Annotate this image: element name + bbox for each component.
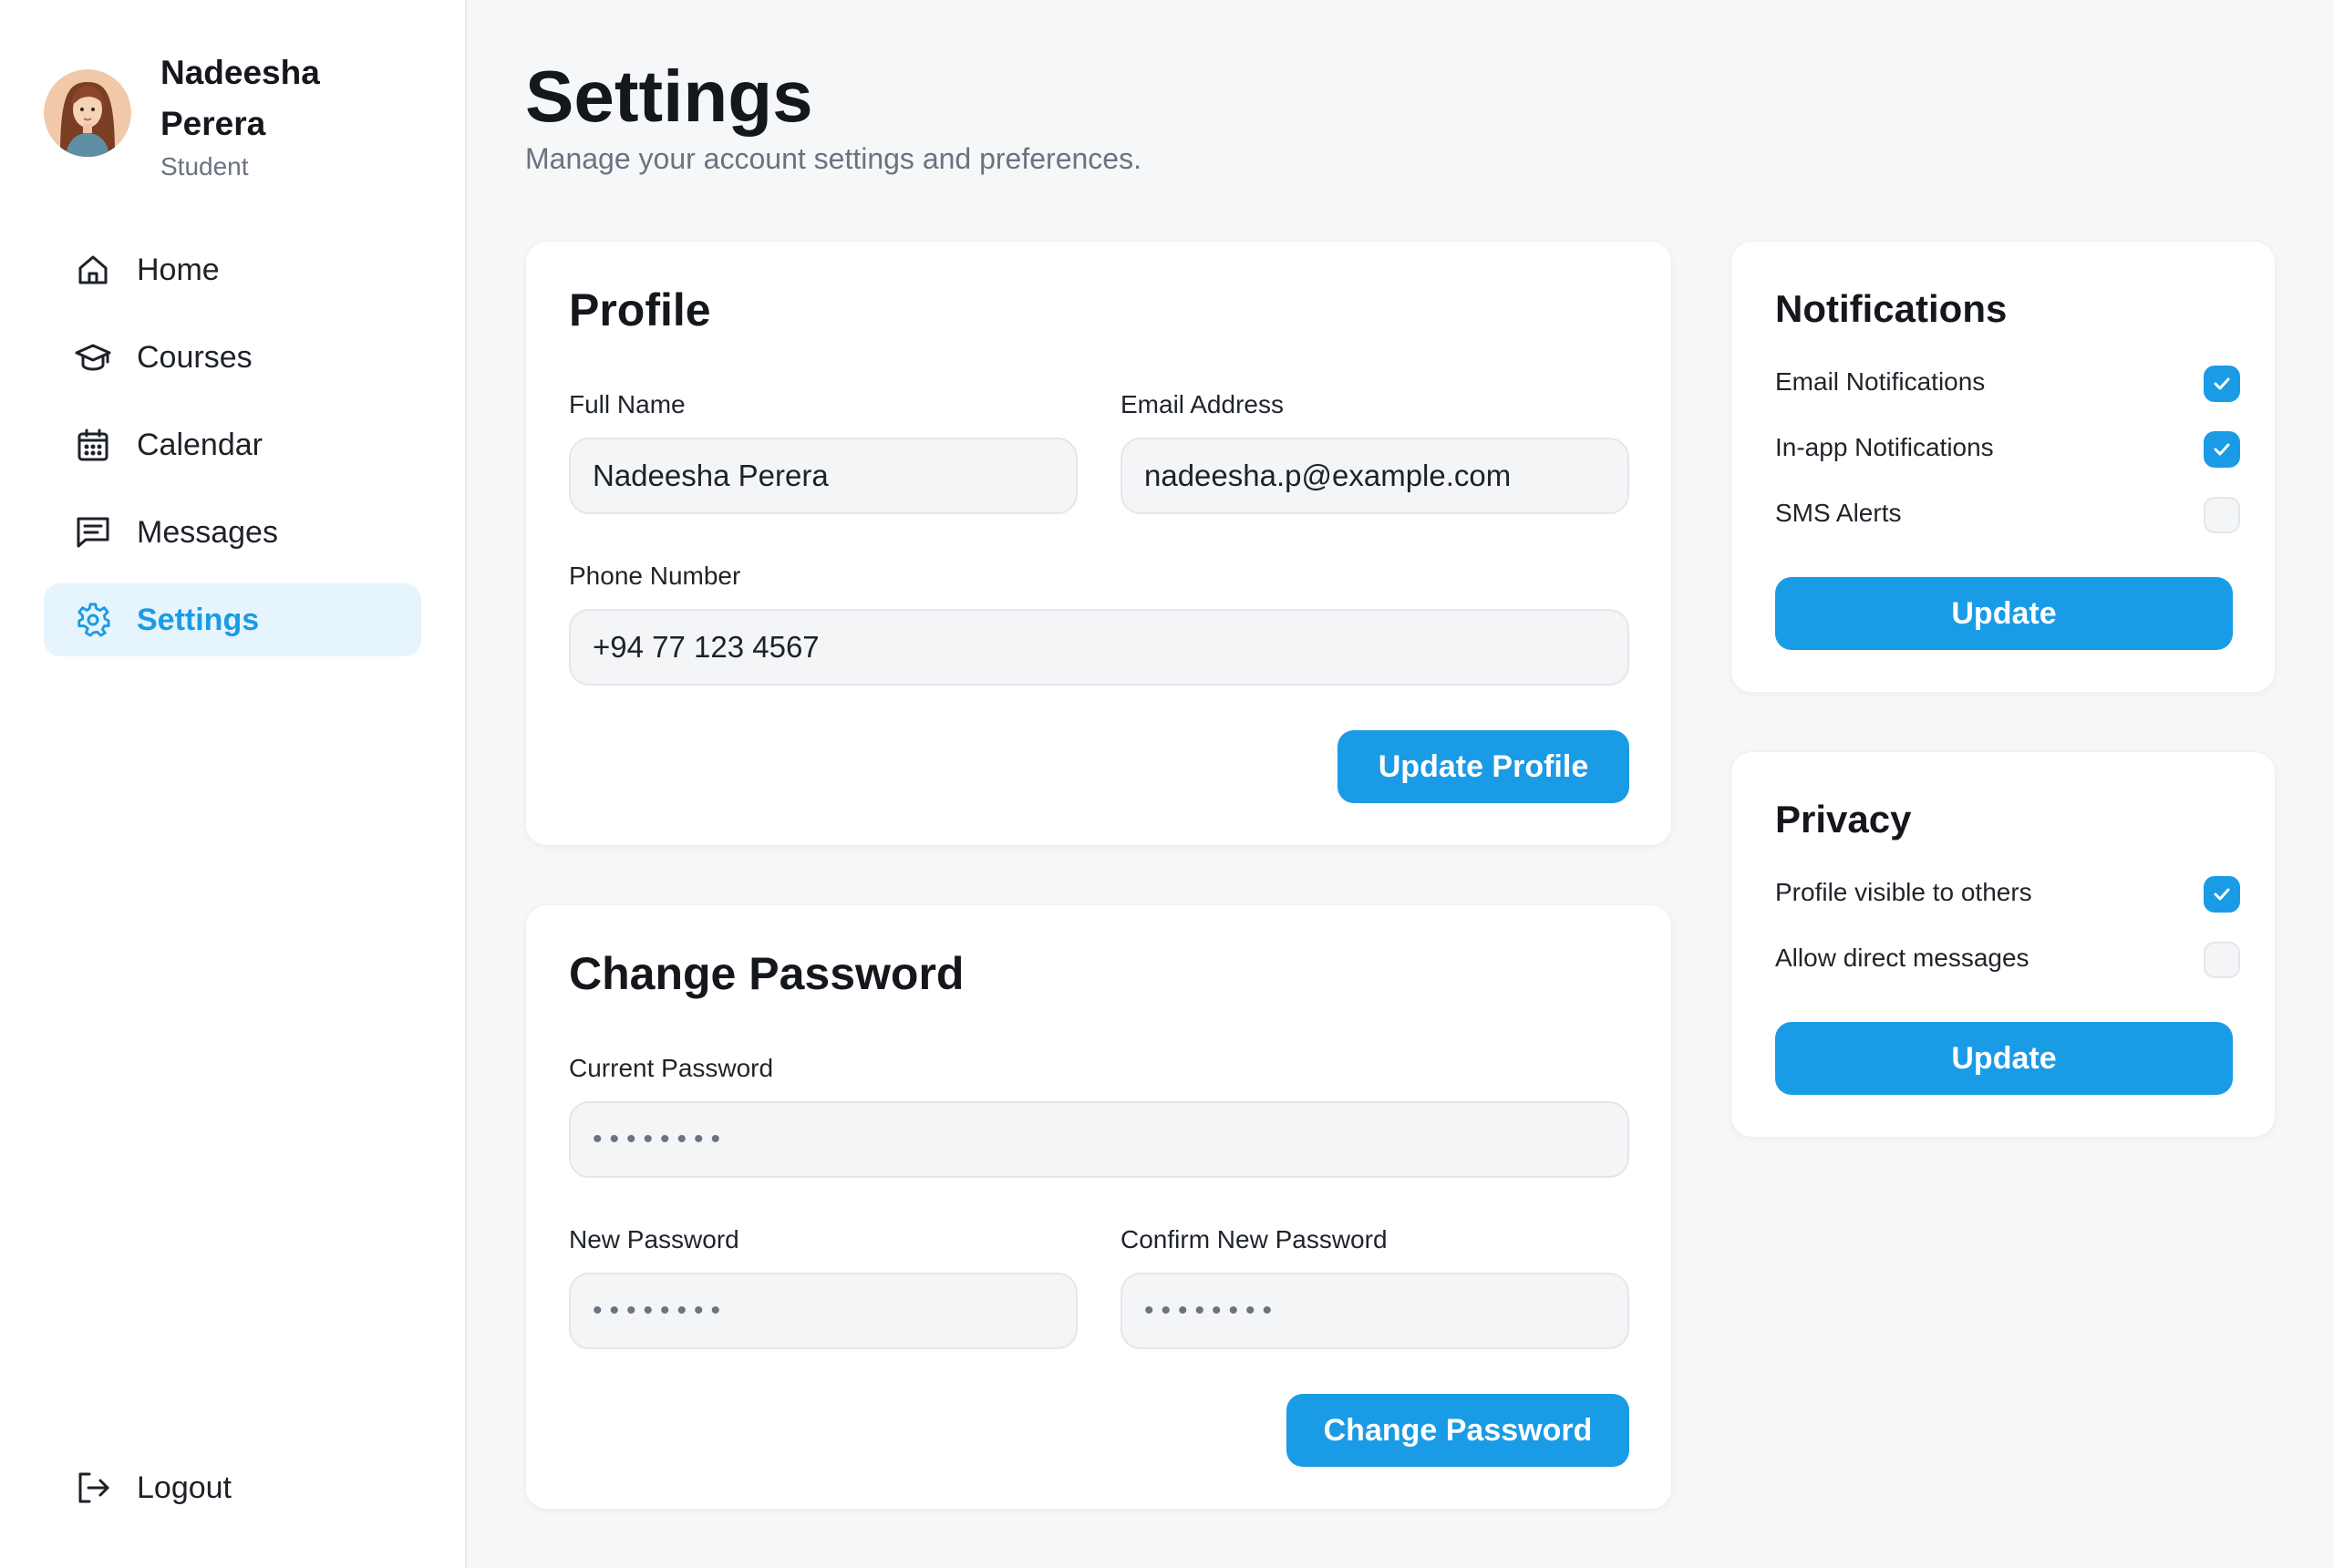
- notifications-title: Notifications: [1775, 287, 2008, 330]
- notifications-card: Notifications Email Notifications In-app…: [1730, 241, 2276, 693]
- graduation-cap-icon: [75, 339, 111, 376]
- confirm-password-label: Confirm New Password: [1121, 1225, 1388, 1253]
- email-label: Email Address: [1121, 390, 1284, 418]
- update-privacy-button[interactable]: Update: [1775, 1022, 2233, 1095]
- sidebar-item-label: Calendar: [137, 427, 263, 462]
- sidebar-item-label: Messages: [137, 514, 278, 550]
- home-icon: [75, 252, 111, 288]
- current-password-label: Current Password: [569, 1054, 774, 1082]
- option-email-notifications: Email Notifications: [1775, 364, 2240, 404]
- sidebar-item-label: Settings: [137, 602, 260, 637]
- update-profile-button[interactable]: Update Profile: [1337, 730, 1629, 803]
- check-icon: [2214, 377, 2230, 390]
- new-password-label: New Password: [569, 1225, 739, 1253]
- sidebar-item-home[interactable]: Home: [44, 233, 421, 306]
- option-sms-alerts: SMS Alerts: [1775, 495, 2240, 535]
- sidebar-item-messages[interactable]: Messages: [44, 496, 421, 569]
- checkbox-sms-alerts[interactable]: [2204, 497, 2240, 533]
- logout-button[interactable]: Logout: [44, 1451, 421, 1524]
- sidebar-item-label: Home: [137, 252, 220, 287]
- option-profile-visible: Profile visible to others: [1775, 874, 2240, 914]
- calendar-icon: [75, 427, 111, 463]
- sidebar-nav: Home Courses Calendar Messages Settings: [44, 233, 421, 671]
- option-in-app-notifications: In-app Notifications: [1775, 429, 2240, 469]
- sidebar-item-courses[interactable]: Courses: [44, 321, 421, 394]
- phone-input[interactable]: [569, 609, 1629, 686]
- option-label: In-app Notifications: [1775, 433, 1994, 461]
- avatar: [44, 69, 131, 157]
- check-icon: [2214, 443, 2230, 456]
- check-icon: [2214, 888, 2230, 901]
- checkbox-allow-direct-messages[interactable]: [2204, 942, 2240, 978]
- option-label: Email Notifications: [1775, 367, 1986, 396]
- full-name-label: Full Name: [569, 390, 686, 418]
- update-notifications-button[interactable]: Update: [1775, 577, 2233, 650]
- checkbox-profile-visible[interactable]: [2204, 876, 2240, 913]
- change-password-title: Change Password: [569, 948, 965, 999]
- sidebar-item-calendar[interactable]: Calendar: [44, 408, 421, 481]
- full-name-input[interactable]: [569, 438, 1078, 514]
- current-password-input[interactable]: [569, 1101, 1629, 1178]
- email-input[interactable]: [1121, 438, 1629, 514]
- sidebar-item-label: Courses: [137, 339, 253, 375]
- option-label: Allow direct messages: [1775, 944, 2029, 972]
- page-title: Settings: [525, 56, 813, 137]
- user-name: Nadeesha Perera: [160, 54, 320, 142]
- user-profile: Nadeesha Perera Student: [44, 47, 370, 182]
- logout-label: Logout: [137, 1470, 232, 1505]
- option-label: Profile visible to others: [1775, 878, 2032, 906]
- profile-card: Profile Full Name Email Address Phone Nu…: [525, 241, 1672, 846]
- new-password-input[interactable]: [569, 1273, 1078, 1349]
- page-subtitle: Manage your account settings and prefere…: [525, 142, 1141, 175]
- privacy-title: Privacy: [1775, 798, 1912, 841]
- phone-label: Phone Number: [569, 562, 741, 590]
- change-password-button[interactable]: Change Password: [1286, 1394, 1629, 1467]
- message-icon: [75, 514, 111, 551]
- change-password-card: Change Password Current Password New Pas…: [525, 904, 1672, 1510]
- sidebar: Nadeesha Perera Student Home Courses Cal…: [0, 0, 467, 1568]
- logout-icon: [75, 1470, 111, 1506]
- option-allow-direct-messages: Allow direct messages: [1775, 940, 2240, 980]
- sidebar-item-settings[interactable]: Settings: [44, 583, 421, 656]
- privacy-card: Privacy Profile visible to others Allow …: [1730, 751, 2276, 1138]
- checkbox-email-notifications[interactable]: [2204, 366, 2240, 402]
- gear-icon: [75, 602, 111, 638]
- confirm-password-input[interactable]: [1121, 1273, 1629, 1349]
- option-label: SMS Alerts: [1775, 499, 1902, 527]
- user-role: Student: [160, 152, 249, 181]
- checkbox-in-app-notifications[interactable]: [2204, 431, 2240, 468]
- profile-title: Profile: [569, 284, 711, 335]
